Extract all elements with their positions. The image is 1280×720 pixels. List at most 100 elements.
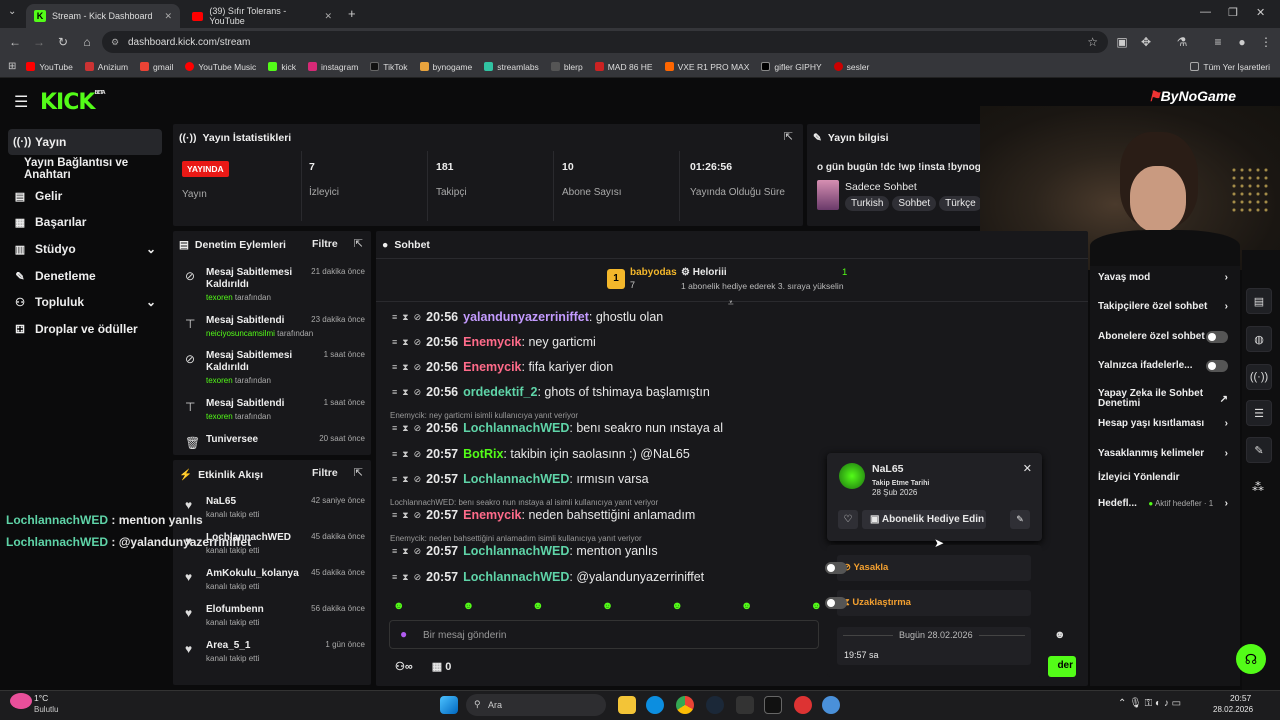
message-username[interactable]: Enemycik (463, 360, 521, 374)
pin-icon[interactable]: ≡ (392, 474, 397, 484)
bookmark-kick[interactable]: kick (268, 62, 296, 72)
sidebar-item-basarilar[interactable]: ▦ Başarılar (8, 209, 162, 235)
forward-icon[interactable]: → (31, 35, 47, 49)
close-tab-icon[interactable]: ✕ (324, 11, 332, 22)
ban-row[interactable]: ⊘ Yasakla (825, 555, 1031, 581)
message-username[interactable]: LochlannachWED (463, 570, 569, 584)
community-icon[interactable]: ⁂ (1252, 480, 1264, 494)
ban-icon[interactable]: ⊘ (414, 312, 422, 323)
bookmark-star-icon[interactable]: ☆ (1087, 35, 1098, 49)
message-username[interactable]: Enemycik (463, 335, 521, 349)
timeout-icon[interactable]: ⧗ (402, 362, 408, 373)
points-row[interactable]: ⚇∞ ▦ 0 (395, 660, 451, 673)
date[interactable]: 28.02.2026 (1213, 705, 1253, 714)
kick-logo[interactable]: KICKBETA (40, 90, 106, 115)
ban-icon[interactable]: ⊘ (414, 510, 422, 521)
tab-youtube[interactable]: (39) Sıfır Tolerans - YouTube ✕ (184, 4, 340, 28)
popout-icon[interactable]: ⇱ (354, 237, 363, 250)
sidebar-item-droplar[interactable]: ⚃ Droplar ve ödüller (8, 316, 162, 342)
timeout-toggle[interactable] (825, 597, 847, 609)
bookmark-youtube[interactable]: YouTube (26, 62, 73, 72)
emote-icon[interactable]: ☻ (532, 600, 544, 616)
message-username[interactable]: LochlannachWED (463, 472, 569, 486)
tab-kick-dashboard[interactable]: K Stream - Kick Dashboard ✕ (26, 4, 180, 28)
pin-icon[interactable]: ≡ (392, 387, 397, 397)
message-username[interactable]: yalandunyazerriniffet (463, 310, 589, 324)
pin-icon[interactable]: ≡ (392, 510, 397, 520)
discord-icon[interactable] (736, 696, 754, 714)
sidebar-item-topluluk[interactable]: ⚇ Topluluk ⌄ (8, 289, 162, 315)
home-icon[interactable]: ⌂ (79, 35, 95, 49)
chat-message[interactable]: ≡ ⧗ ⊘ 20:57 BotRix: takibin için saolasınn :… (392, 447, 690, 461)
profile-avatar-icon[interactable]: ● (1234, 35, 1250, 49)
extensions-icon[interactable]: ✥ (1138, 35, 1154, 49)
chat-setting-item[interactable]: İzleyici Yönlendir (1098, 473, 1228, 483)
stream-title[interactable]: o gün bugün !dc !wp !insta !bynogam (817, 162, 982, 173)
weather-text[interactable]: Bulutlu (34, 705, 58, 714)
ban-icon[interactable]: ⊘ (414, 362, 422, 373)
sidebar-item-stream-key[interactable]: Yayın Bağlantısı ve Anahtarı (8, 156, 162, 182)
setting-toggle[interactable] (1206, 331, 1228, 343)
menu-dots-icon[interactable]: ⋮ (1258, 35, 1274, 49)
chrome-icon[interactable] (676, 696, 694, 714)
popout-icon[interactable]: ⇱ (354, 466, 363, 479)
emote-icon[interactable]: ☻ (810, 600, 822, 616)
window-close-icon[interactable]: ✕ (1256, 6, 1265, 19)
sidebar-item-denetleme[interactable]: ✎ Denetleme (8, 263, 162, 289)
tag[interactable]: Sohbet (892, 196, 937, 211)
bookmark-tiktok[interactable]: TikTok (370, 62, 408, 72)
chat-message[interactable]: ≡ ⧗ ⊘ 20:56 LochlannachWED: benı seakro nun … (392, 421, 723, 435)
send-chat-button[interactable]: der (1048, 656, 1076, 677)
ban-icon[interactable]: ⊘ (414, 423, 422, 434)
emote-icon[interactable]: ☻ (671, 600, 683, 616)
leaderboard-user[interactable]: babyodas (630, 267, 677, 278)
steam-icon[interactable] (706, 696, 724, 714)
taskbar-search[interactable]: ⚲ Ara (466, 694, 606, 716)
close-tab-icon[interactable]: ✕ (164, 11, 172, 22)
tab-search-icon[interactable]: ⌄ (8, 6, 16, 17)
media-control-icon[interactable]: ≡ (1210, 35, 1226, 49)
bookmark-gmail[interactable]: gmail (140, 62, 173, 72)
sidebar-item-gelir[interactable]: ▤ Gelir (8, 183, 162, 209)
ban-icon[interactable]: ⊘ (414, 546, 422, 557)
reload-icon[interactable]: ↻ (55, 35, 71, 49)
chat-input[interactable]: ● Bir mesaj gönderin (389, 620, 819, 649)
message-username[interactable]: ordedektif_2 (463, 385, 537, 399)
extension-puzzle-icon[interactable]: ⚗ (1174, 35, 1190, 49)
emote-icon[interactable]: ☻ (741, 600, 753, 616)
app-icon[interactable] (794, 696, 812, 714)
mic-icon[interactable]: ● (400, 627, 407, 641)
timeout-icon[interactable]: ⧗ (402, 572, 408, 583)
message-username[interactable]: BotRix (463, 447, 503, 461)
emoji-picker-icon[interactable]: ☻ (1054, 629, 1066, 641)
chat-setting-item[interactable]: Yavaş mod › (1098, 272, 1228, 283)
sidebar-item-yayin[interactable]: ((·)) Yayın (8, 129, 162, 155)
pin-icon[interactable]: ≡ (392, 312, 397, 322)
gift-sub-button[interactable]: ▣ Abonelik Hediye Edin (862, 510, 986, 529)
chat-message[interactable]: ≡ ⧗ ⊘ 20:56 yalandunyazerriniffet: ghostlu o… (392, 310, 663, 324)
collapse-icon[interactable]: ⩡ (728, 298, 734, 309)
document-icon[interactable]: ▤ (1246, 288, 1272, 314)
chat-setting-item[interactable]: Hesap yaşı kısıtlaması › (1098, 418, 1228, 429)
timeout-icon[interactable]: ⧗ (402, 510, 408, 521)
chat-setting-item[interactable]: Yapay Zeka ile Sohbet Denetimi ↗ (1098, 389, 1228, 409)
chat-setting-item[interactable]: Hedefl... ● Aktif hedefler · 1 › (1098, 498, 1228, 509)
filter-button[interactable]: Filtre (312, 238, 338, 250)
tag[interactable]: Türkçe (939, 196, 982, 211)
pin-icon[interactable]: ≡ (392, 546, 397, 556)
ban-icon[interactable]: ⊘ (414, 449, 422, 460)
ban-icon[interactable]: ⊘ (414, 337, 422, 348)
bookmark-giphy[interactable]: gifler GIPHY (761, 62, 822, 72)
filter-button[interactable]: Filtre (312, 467, 338, 479)
timeout-icon[interactable]: ⧗ (402, 546, 408, 557)
message-username[interactable]: LochlannachWED (463, 421, 569, 435)
bookmark-blerp[interactable]: blerp (550, 62, 583, 72)
timeout-icon[interactable]: ⧗ (402, 387, 408, 398)
ban-icon[interactable]: ⊘ (414, 474, 422, 485)
chat-setting-item[interactable]: Yalnızca ifadelerle... (1098, 360, 1228, 372)
list-icon[interactable]: ☰ (1246, 400, 1272, 426)
chat-setting-item[interactable]: Takipçilere özel sohbet › (1098, 301, 1228, 312)
setting-toggle[interactable] (1206, 360, 1228, 372)
support-chat-button[interactable]: ☊ (1236, 644, 1266, 674)
chat-setting-item[interactable]: Yasaklanmış kelimeler › (1098, 448, 1228, 459)
